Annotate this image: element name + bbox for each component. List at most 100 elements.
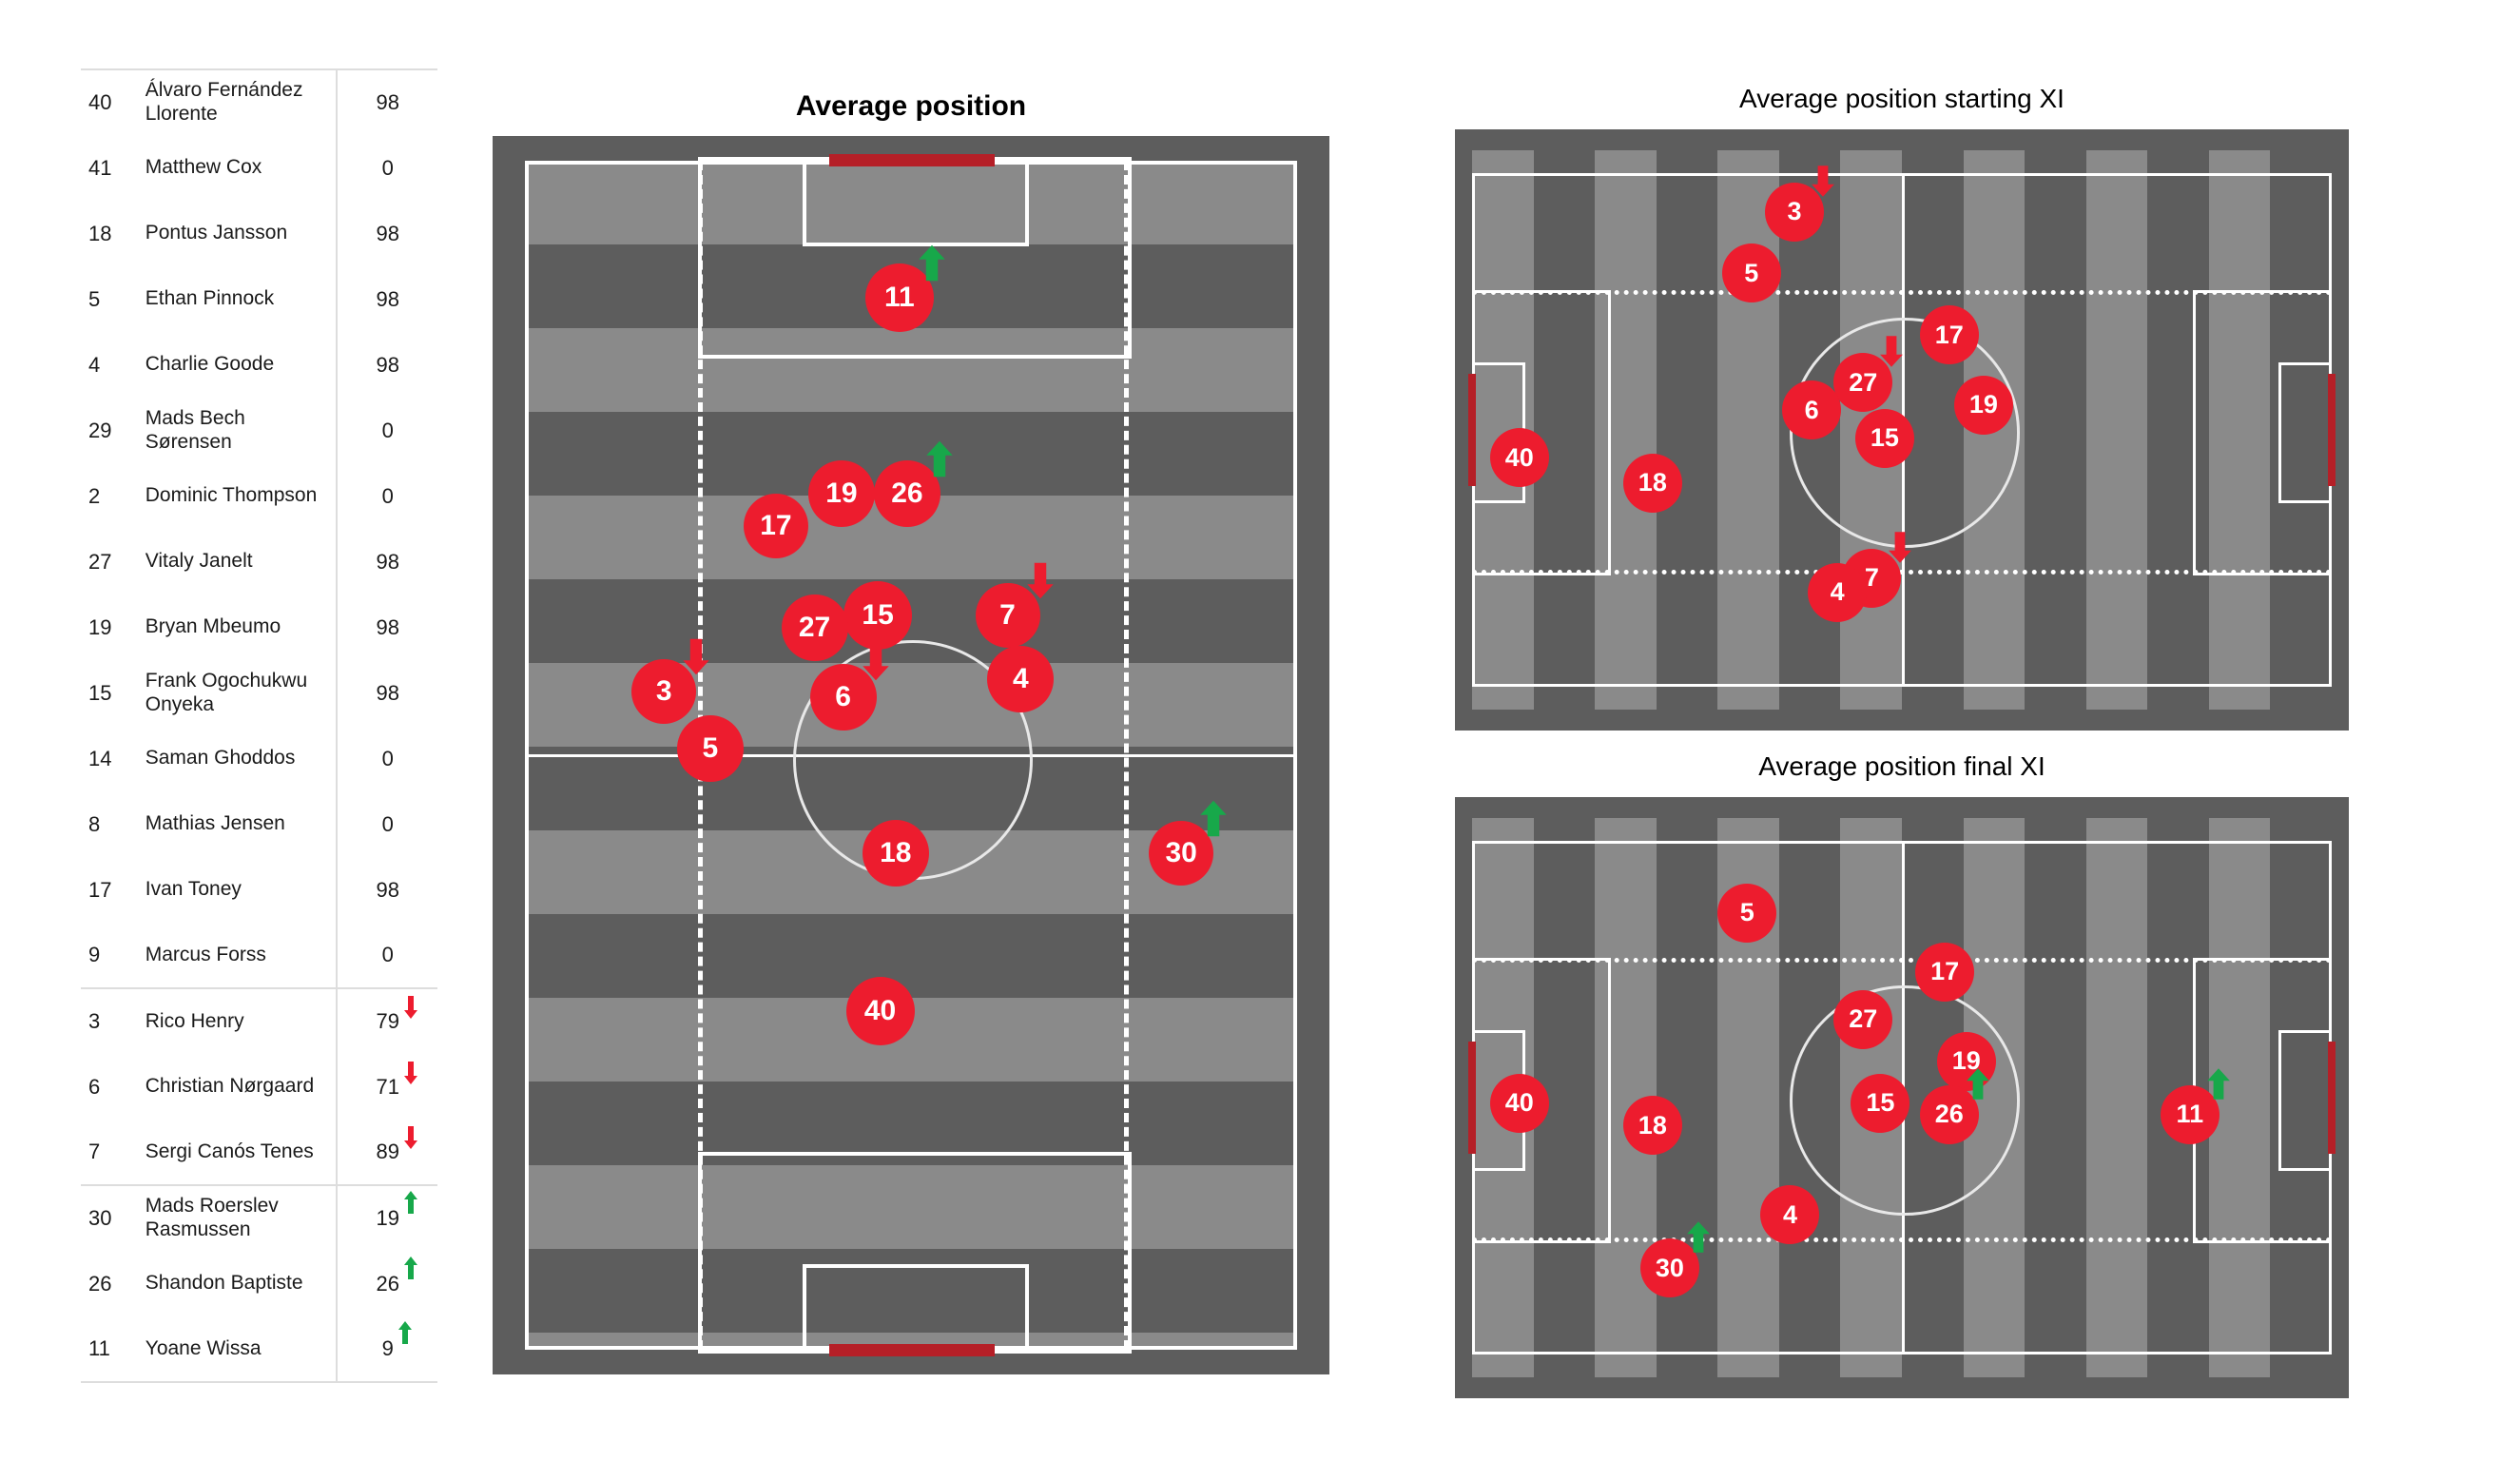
player-marker-18: 18	[1622, 1096, 1682, 1156]
player-sub-on-arrow-icon	[1966, 1067, 1989, 1100]
player-marker-4: 4	[1760, 1185, 1820, 1245]
player-minutes: 98	[336, 529, 437, 594]
player-minutes: 9	[336, 1316, 437, 1382]
table-row: 41 Matthew Cox 0	[81, 135, 437, 201]
sub-on-arrow-icon	[403, 1256, 417, 1279]
player-marker-arrow-3	[682, 637, 710, 680]
table-row: 29 Mads Bech Sørensen 0	[81, 398, 437, 463]
player-minutes: 0	[336, 726, 437, 791]
player-marker-arrow-3	[1811, 165, 1835, 203]
player-number: 11	[88, 1336, 110, 1360]
player-sub-off-arrow-icon	[862, 644, 889, 680]
minutes-value: 0	[381, 418, 394, 442]
panel-title-starting-xi: Average position starting XI	[1739, 84, 2064, 113]
player-name: Ethan Pinnock	[145, 287, 275, 310]
player-marker-label: 6	[835, 680, 851, 712]
pitch-average-position: 11 19 26 17 15 27 7 4 6 3 5 18 30 40	[493, 136, 1329, 1374]
player-marker-label: 15	[1870, 423, 1899, 453]
table-row: 17 Ivan Toney 98	[81, 857, 437, 923]
table-row: 15 Frank Ogochukwu Onyeka 98	[81, 660, 437, 726]
pitch-turf: 5 17 27 19 15 26 40 18 11 4 30	[1468, 818, 2336, 1377]
player-marker-4: 4	[987, 646, 1055, 712]
player-marker-label: 17	[1934, 320, 1964, 349]
player-marker-arrow-30	[1686, 1221, 1711, 1259]
sub-off-arrow-icon	[403, 1061, 417, 1084]
player-marker-label: 40	[863, 994, 897, 1026]
player-marker-label: 4	[1830, 577, 1845, 607]
player-marker-19: 19	[1953, 375, 2013, 435]
pitch-dotted-line-upper	[1472, 958, 2332, 963]
player-minutes: 98	[336, 201, 437, 266]
player-minutes: 0	[336, 135, 437, 201]
table-row: 9 Marcus Forss 0	[81, 923, 437, 988]
player-marker-label: 30	[1655, 1253, 1684, 1282]
table-row: 26 Shandon Baptiste 26	[81, 1251, 437, 1316]
player-minutes: 98	[336, 332, 437, 398]
player-name: Pontus Jansson	[145, 222, 288, 244]
player-minutes: 26	[336, 1251, 437, 1316]
player-marker-5: 5	[676, 714, 744, 782]
minutes-value: 98	[376, 352, 399, 377]
table-row: 30 Mads Roerslev Rasmussen 19	[81, 1184, 437, 1251]
player-marker-arrow-30	[1199, 799, 1228, 842]
table-row: 8 Mathias Jensen 0	[81, 791, 437, 857]
table-row: 2 Dominic Thompson 0	[81, 463, 437, 529]
pitch-dotted-line-lower	[1472, 1237, 2332, 1242]
player-number: 2	[88, 483, 101, 508]
player-number: 27	[88, 549, 112, 574]
player-sub-off-arrow-icon	[1880, 336, 1904, 367]
player-marker-label: 18	[1638, 1110, 1667, 1140]
player-marker-label: 26	[1934, 1100, 1964, 1129]
goal-box-right	[2278, 1030, 2332, 1171]
player-marker-label: 5	[702, 731, 719, 764]
average-position-report: 40 Álvaro Fernández Llorente 98 41 Matthew C…	[0, 0, 2520, 1481]
table-row: 7 Sergi Canós Tenes 89	[81, 1120, 437, 1185]
player-marker-label: 5	[1744, 258, 1759, 287]
player-marker-label: 27	[798, 612, 831, 644]
player-number: 30	[81, 1184, 140, 1251]
player-marker-arrow-27	[1879, 335, 1904, 373]
minutes-value: 98	[376, 286, 399, 311]
player-number: 19	[88, 614, 112, 639]
minutes-value: 79	[376, 996, 417, 1034]
player-minutes: 71	[336, 1054, 437, 1120]
player-name: Charlie Goode	[145, 353, 275, 376]
player-number: 6	[88, 1074, 101, 1099]
player-marker-40: 40	[845, 976, 915, 1045]
player-marker-label: 7	[1864, 563, 1879, 593]
player-marker-label: 11	[2176, 1100, 2204, 1129]
player-marker-label: 17	[760, 509, 792, 541]
player-name: Sergi Canós Tenes	[145, 1140, 314, 1162]
player-name: Yoane Wissa	[145, 1336, 262, 1359]
goal-left	[1468, 1041, 1476, 1155]
player-marker-label: 4	[1012, 663, 1029, 694]
player-number: 4	[88, 352, 101, 377]
player-marker-18: 18	[1622, 453, 1682, 513]
player-minutes: 89	[336, 1120, 437, 1185]
player-minutes: 98	[336, 660, 437, 726]
player-minutes: 98	[336, 594, 437, 660]
player-name: Vitaly Janelt	[145, 550, 253, 573]
player-marker-label: 7	[999, 598, 1016, 631]
minutes-value: 0	[381, 155, 394, 180]
player-sub-on-arrow-icon	[2206, 1067, 2230, 1100]
player-roster-table: 40 Álvaro Fernández Llorente 98 41 Matthew C…	[81, 68, 437, 1383]
player-minutes: 0	[336, 923, 437, 988]
pitch-starting-xi: 3 5 17 27 19 6 15 40 18 7 4	[1455, 129, 2349, 731]
player-name: Mathias Jensen	[145, 812, 285, 835]
player-minutes: 19	[336, 1184, 437, 1251]
player-marker-19: 19	[807, 460, 875, 527]
player-marker-arrow-11	[918, 244, 946, 286]
player-marker-17: 17	[1915, 942, 1975, 1002]
player-marker-label: 17	[1930, 957, 1960, 986]
sub-on-arrow-icon	[403, 1191, 417, 1214]
goal-box-top	[803, 157, 1029, 246]
goal-bottom	[829, 1344, 995, 1356]
pitch-dotted-line-lower	[1472, 570, 2332, 575]
player-name: Mads Roerslev Rasmussen	[139, 1184, 338, 1251]
player-number: 3	[81, 987, 140, 1054]
player-marker-4: 4	[1808, 562, 1868, 622]
player-name: Álvaro Fernández Llorente	[145, 79, 303, 125]
pitch-stripe	[1656, 150, 1718, 710]
minutes-value: 9	[382, 1321, 412, 1361]
